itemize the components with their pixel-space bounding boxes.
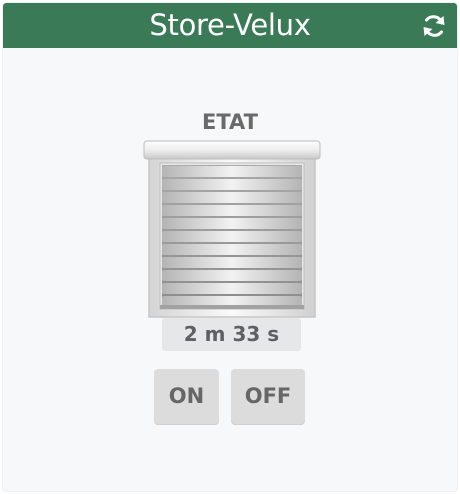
off-button[interactable]: OFF: [231, 369, 305, 424]
widget-header: Store-Velux: [3, 3, 457, 48]
roller-shutter-icon: [143, 139, 321, 319]
on-button[interactable]: ON: [154, 369, 219, 424]
widget-title: Store-Velux: [149, 8, 311, 42]
status-label: ETAT: [202, 110, 258, 134]
refresh-icon[interactable]: [420, 12, 448, 40]
duration-display: 2 m 33 s: [162, 318, 301, 351]
